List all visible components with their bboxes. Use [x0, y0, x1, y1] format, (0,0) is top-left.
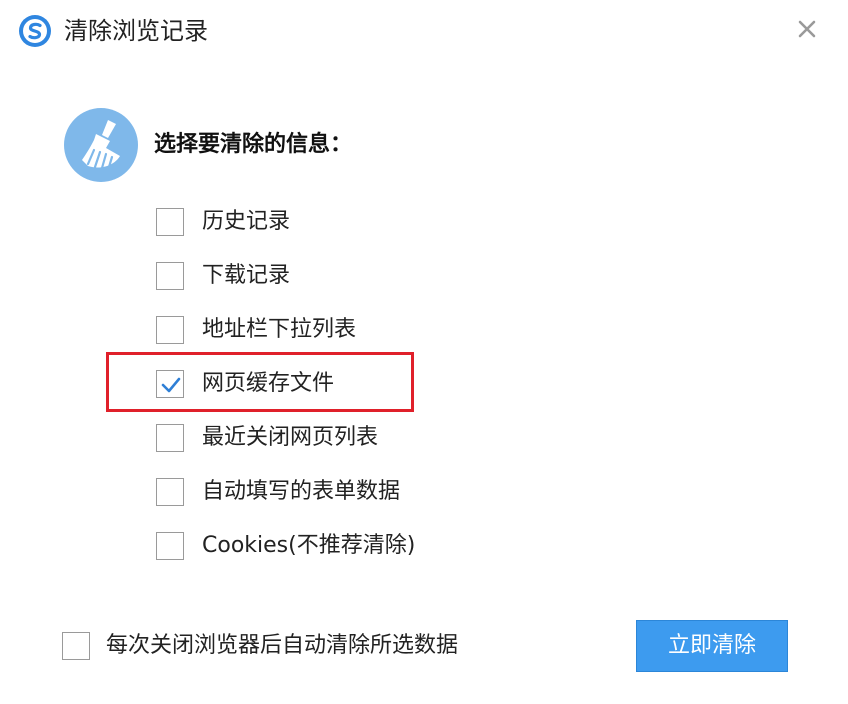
option-label: 下载记录 [202, 263, 291, 288]
option-label: 地址栏下拉列表 [202, 317, 357, 342]
option-history[interactable]: 历史记录 [156, 206, 290, 238]
broom-icon [64, 108, 138, 182]
option-label: Cookies(不推荐清除) [202, 533, 416, 558]
address-bar-dropdown-checkbox[interactable] [156, 316, 184, 344]
downloads-checkbox[interactable] [156, 262, 184, 290]
history-checkbox[interactable] [156, 208, 184, 236]
cookies-checkbox[interactable] [156, 532, 184, 560]
auto-clear-checkbox[interactable] [62, 632, 90, 660]
recently-closed-checkbox[interactable] [156, 424, 184, 452]
option-recently-closed[interactable]: 最近关闭网页列表 [156, 422, 378, 454]
option-autofill-forms[interactable]: 自动填写的表单数据 [156, 476, 400, 508]
option-label: 最近关闭网页列表 [202, 425, 379, 450]
section-heading: 选择要清除的信息： [154, 132, 353, 157]
sogou-browser-icon [18, 14, 52, 48]
title-bar: 清除浏览记录 [0, 0, 848, 64]
option-label: 历史记录 [202, 209, 291, 234]
option-label: 自动填写的表单数据 [202, 479, 401, 504]
option-cookies[interactable]: Cookies(不推荐清除) [156, 530, 415, 562]
auto-clear-option[interactable]: 每次关闭浏览器后自动清除所选数据 [62, 630, 458, 662]
auto-clear-label: 每次关闭浏览器后自动清除所选数据 [106, 633, 459, 658]
window-title: 清除浏览记录 [64, 17, 208, 45]
option-address-bar-dropdown[interactable]: 地址栏下拉列表 [156, 314, 356, 346]
close-icon[interactable] [792, 14, 822, 44]
highlight-annotation [106, 352, 414, 412]
clear-now-button[interactable]: 立即清除 [636, 620, 788, 672]
autofill-forms-checkbox[interactable] [156, 478, 184, 506]
option-downloads[interactable]: 下载记录 [156, 260, 290, 292]
